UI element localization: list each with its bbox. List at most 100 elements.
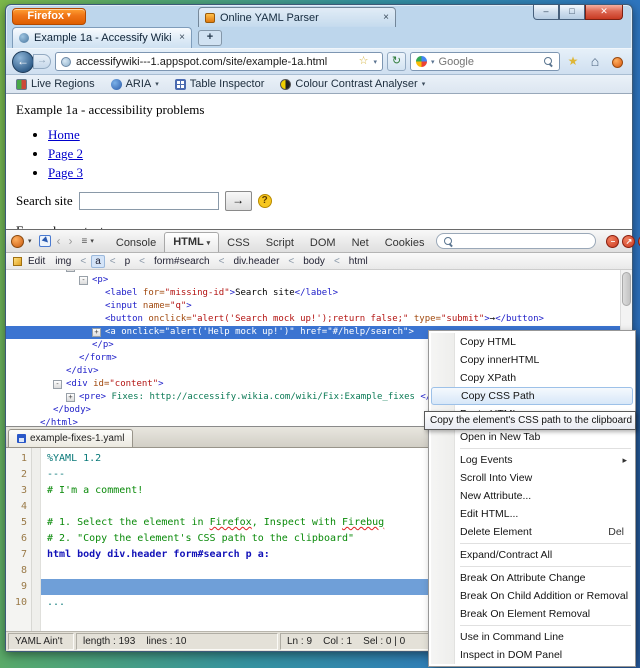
chevron-down-icon[interactable]: ▾ — [431, 58, 435, 66]
menu-item[interactable]: Log Events▸ — [431, 451, 633, 469]
contrast-analyser-icon — [280, 79, 291, 90]
firebug-tab-console[interactable]: Console — [108, 233, 164, 252]
tab-close-icon[interactable]: × — [179, 33, 185, 43]
url-text[interactable]: accessifywiki---1.appspot.com/site/examp… — [76, 56, 354, 68]
page-link[interactable]: Page 2 — [48, 146, 83, 161]
breadcrumb-separator: < — [334, 256, 340, 267]
history-back-icon[interactable]: ‹ — [55, 234, 63, 248]
line-number: 8 — [6, 563, 27, 579]
search-submit-button[interactable]: → — [225, 191, 252, 211]
page-content: Example 1a - accessibility problems Home… — [6, 94, 632, 229]
firebug-tab-net[interactable]: Net — [344, 233, 377, 252]
firefox-menu-button[interactable]: Firefox ▾ — [12, 8, 86, 25]
edit-button[interactable]: Edit — [28, 256, 45, 267]
line-number: 2 — [6, 467, 27, 483]
collapse-icon[interactable]: - — [66, 270, 75, 272]
expand-icon[interactable]: + — [92, 328, 101, 337]
new-tab-button[interactable]: + — [198, 30, 222, 46]
breadcrumb-item[interactable]: img — [51, 255, 75, 268]
tree-row[interactable]: <label for="missing-id">Search site</lab… — [6, 287, 620, 300]
tab-bar: Example 1a - Accessify Wiki × + — [6, 27, 632, 48]
bookmarks-button[interactable]: ★ — [564, 53, 582, 71]
collapse-icon[interactable]: - — [53, 380, 62, 389]
tree-row[interactable]: -<p> — [6, 274, 620, 287]
menu-item[interactable]: Edit HTML... — [431, 505, 633, 523]
maximize-button[interactable]: □ — [559, 5, 585, 20]
addon-item-3[interactable]: Colour Contrast Analyser▾ — [280, 78, 425, 90]
expand-icon[interactable]: + — [66, 393, 75, 402]
firebug-tab-html[interactable]: HTML ▾ — [164, 232, 219, 252]
breadcrumb-item[interactable]: p — [121, 255, 135, 268]
firebug-search-box[interactable] — [436, 233, 596, 249]
breadcrumb-item[interactable]: a — [91, 255, 105, 268]
firebug-tab-cookies[interactable]: Cookies — [377, 233, 433, 252]
back-button[interactable]: ← — [12, 51, 34, 73]
tab-online-yaml-parser[interactable]: Online YAML Parser × — [198, 7, 396, 27]
menu-item[interactable]: Break On Child Addition or Removal — [431, 587, 633, 605]
menu-item[interactable]: Copy XPath — [431, 369, 633, 387]
breadcrumb-item[interactable]: div.header — [229, 255, 283, 268]
home-button[interactable]: ⌂ — [586, 53, 604, 71]
firebug-detach-button[interactable]: ↗ — [622, 235, 635, 248]
addon-bar: Live Regions ARIA▾ Table Inspector Colour C… — [6, 75, 632, 94]
tree-row[interactable]: <button onclick="alert('Search mock up!'… — [6, 313, 620, 326]
tab-close-icon[interactable]: × — [383, 13, 389, 23]
firebug-tab-css[interactable]: CSS — [219, 233, 258, 252]
panel-list-icon[interactable]: ≡ — [82, 236, 87, 247]
firebug-toolbar: ▾ ‹ › ≡ ▾ ConsoleHTML ▾CSSScriptDOMNetCo… — [6, 230, 632, 253]
search-site-label: Search site — [16, 193, 73, 209]
bookmark-star-icon[interactable]: ☆ — [359, 56, 369, 67]
tab-title: Online YAML Parser — [220, 12, 378, 24]
search-icon[interactable] — [543, 56, 554, 67]
tab-example-1a[interactable]: Example 1a - Accessify Wiki × — [12, 27, 192, 48]
menu-item[interactable]: Copy CSS Path — [431, 387, 633, 405]
menu-item[interactable]: Break On Element Removal — [431, 605, 633, 623]
menu-item[interactable]: Copy innerHTML — [431, 351, 633, 369]
chevron-down-icon[interactable]: ▾ — [373, 58, 377, 66]
url-bar[interactable]: accessifywiki---1.appspot.com/site/examp… — [55, 52, 383, 71]
google-engine-icon[interactable] — [416, 56, 427, 67]
firebug-window-buttons: – ↗ × — [606, 235, 640, 248]
line-number: 10 — [6, 595, 27, 611]
menu-item[interactable]: New Attribute... — [431, 487, 633, 505]
firebug-minimize-button[interactable]: – — [606, 235, 619, 248]
breadcrumb-item[interactable]: form#search — [150, 255, 214, 268]
reload-button[interactable]: ↻ — [387, 52, 406, 71]
menu-item[interactable]: Expand/Contract All — [431, 546, 633, 564]
editor-file-tab[interactable]: example-fixes-1.yaml — [8, 429, 133, 447]
breadcrumb-item[interactable]: html — [345, 255, 372, 268]
firebug-search-input[interactable] — [458, 236, 589, 247]
addon-item-1[interactable]: ARIA▾ — [111, 78, 159, 90]
inspect-element-icon[interactable] — [39, 235, 51, 247]
addon-icon[interactable] — [608, 53, 626, 71]
help-icon[interactable]: ? — [258, 194, 272, 208]
menu-item[interactable]: Inspect in DOM Panel — [431, 646, 633, 664]
titlebar[interactable]: Firefox ▾ Online YAML Parser × – □ ✕ — [6, 5, 632, 27]
firebug-icon[interactable] — [11, 235, 24, 248]
history-forward-icon[interactable]: › — [67, 234, 75, 248]
site-search-input[interactable] — [79, 192, 219, 210]
menu-item[interactable]: Break On Attribute Change — [431, 569, 633, 587]
breadcrumb-item[interactable]: body — [299, 255, 329, 268]
chevron-down-icon[interactable]: ▾ — [28, 237, 32, 245]
tree-row[interactable]: <input name="q"> — [6, 300, 620, 313]
page-link[interactable]: Page 3 — [48, 165, 83, 180]
menu-item[interactable]: Copy HTML — [431, 333, 633, 351]
search-input[interactable] — [439, 56, 539, 68]
forward-button[interactable]: → — [33, 54, 51, 69]
firebug-tab-script[interactable]: Script — [258, 233, 302, 252]
scrollbar-thumb[interactable] — [622, 272, 631, 306]
menu-item[interactable]: Delete ElementDel — [431, 523, 633, 541]
menu-item[interactable]: Open in New Tab — [431, 428, 633, 446]
firebug-tab-dom[interactable]: DOM — [302, 233, 344, 252]
addon-item-2[interactable]: Table Inspector — [175, 78, 265, 90]
collapse-icon[interactable]: - — [79, 276, 88, 285]
minimize-button[interactable]: – — [533, 5, 559, 20]
menu-item[interactable]: Use in Command Line — [431, 628, 633, 646]
addon-item-0[interactable]: Live Regions — [16, 78, 95, 90]
chevron-down-icon[interactable]: ▾ — [90, 237, 94, 245]
menu-item[interactable]: Scroll Into View — [431, 469, 633, 487]
close-button[interactable]: ✕ — [585, 5, 623, 20]
search-bar[interactable]: ▾ — [410, 52, 560, 71]
page-link[interactable]: Home — [48, 127, 80, 142]
